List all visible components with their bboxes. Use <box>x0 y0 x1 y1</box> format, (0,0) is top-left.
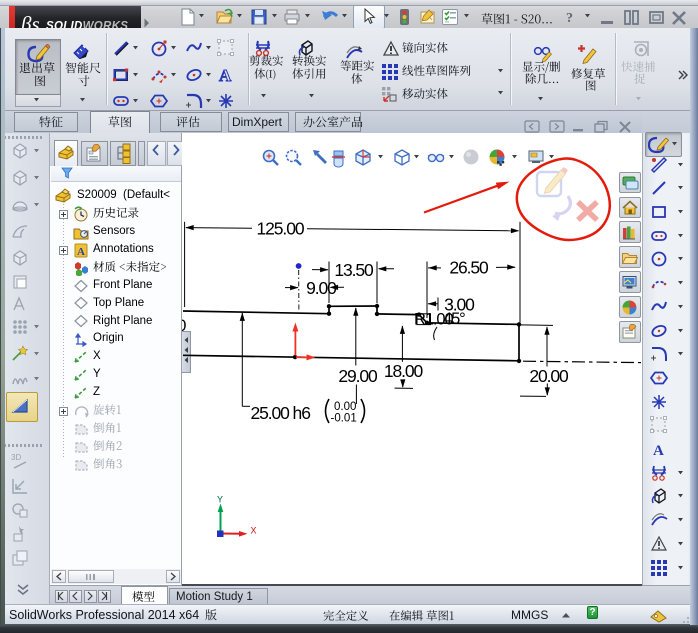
svg-text:26.50: 26.50 <box>449 257 489 277</box>
svg-text:25.00 h6: 25.00 h6 <box>251 403 311 423</box>
svg-text:29.00: 29.00 <box>338 366 378 386</box>
svg-text:0.00: 0.00 <box>334 401 356 413</box>
svg-text:Y: Y <box>217 496 223 507</box>
svg-text:X: X <box>251 527 257 538</box>
svg-text:18.00: 18.00 <box>384 361 424 381</box>
svg-text:A: A <box>653 443 664 458</box>
svg-text:20.00: 20.00 <box>529 366 569 386</box>
svg-text:-0.01: -0.01 <box>331 412 357 424</box>
svg-text:125.00: 125.00 <box>257 218 305 238</box>
svg-text:45°: 45° <box>443 310 465 328</box>
svg-text:9.00: 9.00 <box>306 278 337 298</box>
svg-text:13.50: 13.50 <box>334 260 374 280</box>
